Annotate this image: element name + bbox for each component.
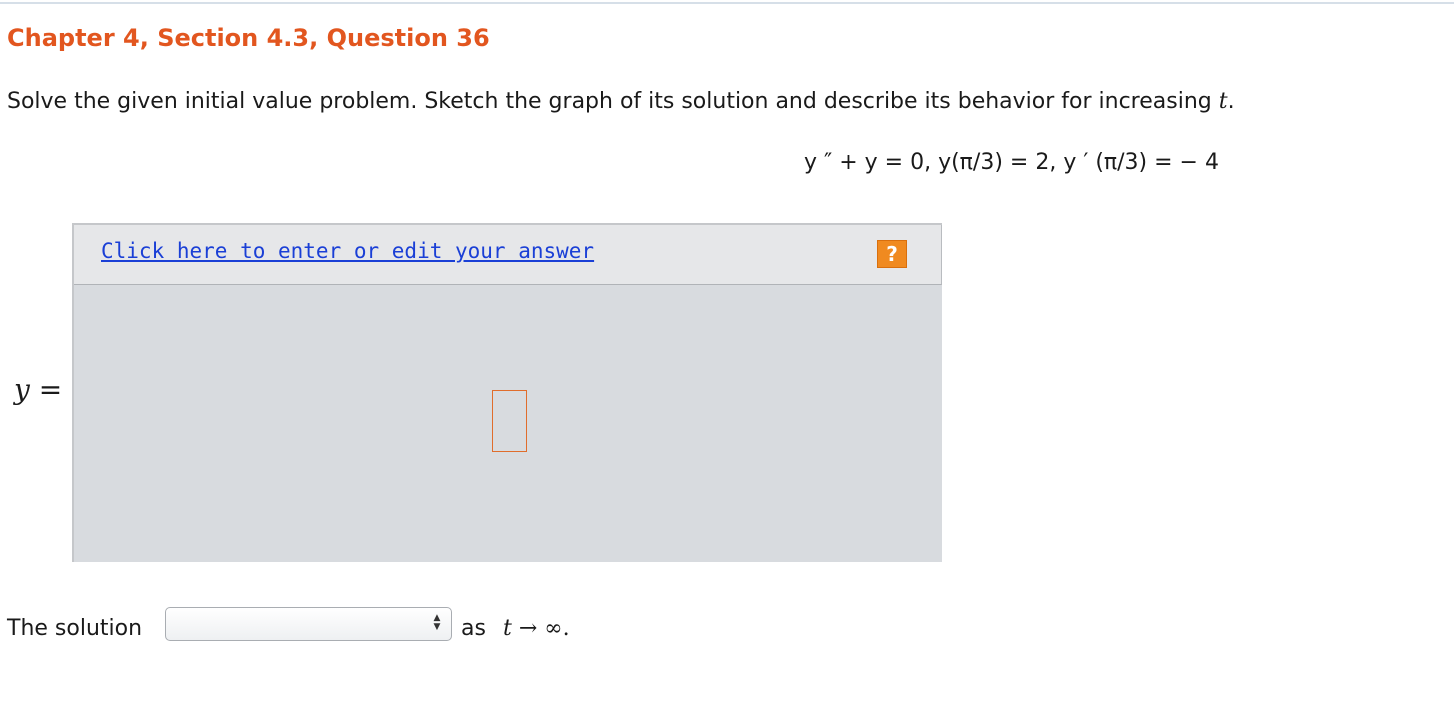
limit-arrow: → ∞. [511,616,570,641]
y-variable: y [14,373,30,406]
answer-panel-header: Click here to enter or edit your answer … [74,225,942,285]
top-divider [0,2,1454,4]
y-equals-label: y = [14,373,62,406]
help-icon[interactable]: ? [877,240,907,268]
problem-instruction: Solve the given initial value problem. S… [7,89,1235,114]
answer-input-box[interactable] [492,390,527,452]
differential-equation: y ″ + y = 0, y(π/3) = 2, y ′ (π/3) = − 4 [804,150,1219,175]
edit-answer-link[interactable]: Click here to enter or edit your answer [101,239,594,263]
solution-label: The solution [7,616,143,641]
answer-panel: Click here to enter or edit your answer … [72,223,942,562]
solution-behavior-select[interactable]: ▲ ▼ [165,607,452,641]
limit-expression: t → ∞. [503,616,570,641]
instruction-end: . [1227,89,1235,114]
limit-variable: t [503,616,512,641]
instruction-variable: t [1218,89,1228,114]
select-arrows-icon: ▲ ▼ [433,613,441,632]
equals-sign: = [29,373,63,406]
page-title: Chapter 4, Section 4.3, Question 36 [7,24,490,52]
instruction-text: Solve the given initial value problem. S… [7,89,1219,114]
as-text: as [461,616,486,641]
